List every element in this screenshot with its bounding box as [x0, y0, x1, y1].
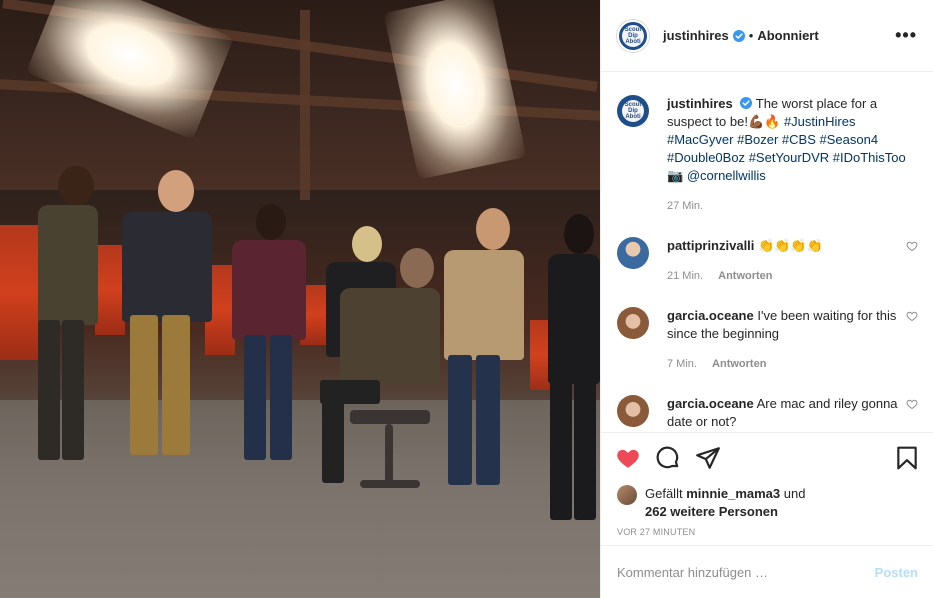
author-avatar[interactable]: Scout Dip Aboti	[617, 95, 649, 127]
comment-username[interactable]: garcia.oceane	[667, 396, 754, 411]
comment-like-heart-icon[interactable]	[906, 240, 918, 252]
comment-username[interactable]: pattiprinzivalli	[667, 238, 754, 253]
comment-time[interactable]: 7 Min.	[667, 358, 697, 370]
red-wall	[0, 225, 40, 360]
action-icon-row	[615, 443, 920, 473]
comment-item: garcia.oceane I've been waiting for this…	[617, 307, 918, 373]
heart-icon[interactable]	[615, 445, 641, 471]
caption: Scout Dip Aboti justinhires The worst pl…	[617, 95, 918, 215]
comment-item: garcia.oceane Are mac and riley gonna da…	[617, 395, 918, 431]
comment-meta: 7 Min. Antworten	[667, 355, 898, 373]
author-username[interactable]: justinhires	[663, 28, 729, 43]
hashtag-link[interactable]: #SetYourDVR	[749, 150, 829, 165]
floor	[0, 400, 600, 598]
hashtag-link[interactable]: #IDoThisToo	[833, 150, 906, 165]
add-comment-bar: Posten	[601, 545, 933, 598]
comment-meta: 21 Min. Antworten	[667, 267, 898, 285]
verified-icon	[740, 97, 753, 109]
commenter-avatar[interactable]	[617, 307, 649, 339]
commenter-avatar[interactable]	[617, 237, 649, 269]
mention-link[interactable]: @cornellwillis	[687, 168, 766, 183]
comment-like-heart-icon[interactable]	[906, 398, 918, 410]
red-wall	[530, 320, 550, 390]
hashtag-link[interactable]: #JustinHires	[784, 114, 856, 129]
post-timestamp[interactable]: VOR 27 MINUTEN	[615, 527, 920, 537]
comment-icon[interactable]	[655, 445, 681, 471]
bookmark-icon[interactable]	[894, 445, 920, 471]
hashtag-link[interactable]: #Season4	[820, 132, 879, 147]
likes-others-link[interactable]: 262 weitere Personen	[645, 504, 778, 519]
reply-button[interactable]: Antworten	[718, 270, 772, 282]
liker-username[interactable]: minnie_mama3	[686, 486, 780, 501]
hashtag-link[interactable]: #Bozer	[737, 132, 778, 147]
comment-input[interactable]	[617, 564, 875, 580]
post-actions: Gefällt minnie_mama3 und 262 weitere Per…	[601, 432, 933, 545]
ceiling-beam	[300, 10, 310, 200]
verified-icon	[732, 29, 745, 42]
caption-username[interactable]: justinhires	[667, 96, 733, 111]
comment-text: 👏👏👏👏	[758, 238, 823, 253]
reply-button[interactable]: Antworten	[712, 358, 766, 370]
likes-summary: Gefällt minnie_mama3 und 262 weitere Per…	[615, 485, 920, 521]
post-photo[interactable]	[0, 0, 600, 598]
commenter-avatar[interactable]	[617, 395, 649, 427]
comment-username[interactable]: garcia.oceane	[667, 308, 754, 323]
comment-like-heart-icon[interactable]	[906, 310, 918, 322]
comment-time[interactable]: 21 Min.	[667, 270, 703, 282]
share-icon[interactable]	[695, 445, 721, 471]
comment-item: pattiprinzivalli 👏👏👏👏 21 Min. Antworten	[617, 237, 918, 285]
post-header: Scout Dip Aboti justinhires • Abonniert …	[601, 0, 933, 72]
avatar-logo-text: Scout Dip Aboti	[622, 24, 644, 47]
likes-conj: und	[783, 486, 806, 501]
likes-prefix: Gefällt	[645, 486, 683, 501]
avatar-logo-text: Scout Dip Aboti	[622, 100, 644, 122]
hashtag-link[interactable]: #MacGyver	[667, 132, 733, 147]
caption-time[interactable]: 27 Min.	[667, 200, 703, 212]
author-avatar[interactable]: Scout Dip Aboti	[617, 19, 649, 52]
more-icon[interactable]: •••	[895, 25, 917, 46]
hashtag-link[interactable]: #Double0Boz	[667, 150, 745, 165]
follow-status-button[interactable]: Abonniert	[757, 28, 818, 43]
hashtag-link[interactable]: #CBS	[782, 132, 816, 147]
separator-dot: •	[748, 28, 754, 43]
post-side-panel: Scout Dip Aboti justinhires • Abonniert …	[600, 0, 933, 598]
camera-emoji: 📷	[667, 168, 684, 183]
liker-avatar[interactable]	[617, 485, 637, 505]
red-wall	[95, 245, 125, 335]
post-comment-button[interactable]: Posten	[875, 565, 918, 580]
caption-meta: 27 Min.	[667, 197, 918, 215]
comments-list: Scout Dip Aboti justinhires The worst pl…	[601, 73, 933, 432]
